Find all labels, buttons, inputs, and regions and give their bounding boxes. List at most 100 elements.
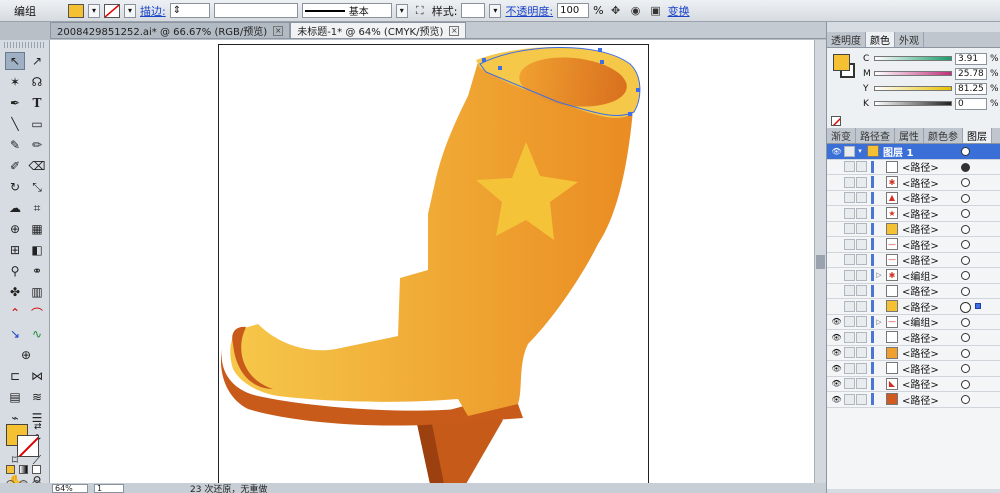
vertical-scrollbar[interactable] [814,40,826,483]
item-name[interactable]: <路径> [902,376,939,391]
item-name[interactable]: <路径> [902,392,939,407]
color-mode-icon[interactable] [6,465,15,474]
recolor-icon[interactable]: ✥ [608,3,624,19]
target-circle[interactable] [961,348,970,358]
layer-item-row[interactable]: 👁 ▷ — <编组> [827,315,1000,330]
eye-icon[interactable]: 👁 [831,347,842,358]
stroke-weight-field[interactable]: ⇕ [169,3,210,18]
template-toggle[interactable] [856,378,867,390]
layer-item-row[interactable]: ★ <路径> [827,206,1000,222]
slice-tool-icon[interactable]: ⋈ [27,367,47,385]
template-toggle[interactable] [856,223,867,235]
tab-color[interactable]: 颜色 [866,32,895,47]
magic-wand-tool-icon[interactable]: ✶ [5,73,25,91]
template-toggle[interactable] [856,269,867,281]
target-circle[interactable] [961,255,970,265]
fill-stroke-widget[interactable]: ⇄ [6,422,46,462]
swap-icon[interactable]: ⇄ [34,422,42,432]
layer-item-row[interactable]: — <路径> [827,253,1000,268]
template-toggle[interactable] [856,192,867,204]
paintbrush-tool-icon[interactable]: ✎ [5,136,25,154]
item-name[interactable]: <路径> [902,206,939,221]
opacity-label[interactable]: 不透明度: [505,3,553,19]
target-circle[interactable] [961,193,970,203]
selection-indicator[interactable] [975,303,981,309]
none-mode-icon[interactable] [32,465,41,474]
tab-color-guide[interactable]: 颜色参 [924,128,963,143]
graphic-style-field[interactable] [461,3,486,18]
page-field[interactable]: 1 [94,483,124,493]
template-toggle[interactable] [856,285,867,297]
boot-body[interactable] [230,62,633,416]
stroke-color-box[interactable] [17,435,39,457]
item-name[interactable]: <路径> [902,361,939,376]
stroke-style-dropdown[interactable]: ▾ [395,3,408,18]
blob-brush-tool-icon[interactable]: ✐ [5,157,25,175]
lock-toggle[interactable] [844,223,855,235]
eye-icon[interactable]: 👁 [831,363,842,374]
tab-document-2[interactable]: 未标题-1* @ 64% (CMYK/预览) × [290,22,467,38]
layer-item-row[interactable]: — <路径> [827,237,1000,253]
eye-icon[interactable] [831,161,842,172]
lock-toggle[interactable] [844,300,855,312]
lock-toggle[interactable] [844,145,855,157]
eye-icon[interactable]: 👁 [831,316,842,327]
layer-item-row[interactable]: 👁 <路径> [827,345,1000,361]
channel-slider[interactable] [874,56,952,61]
item-name[interactable]: <路径> [902,345,939,360]
target-circle[interactable] [961,286,970,296]
lock-toggle[interactable] [844,285,855,297]
target-circle[interactable] [961,395,970,404]
item-name[interactable]: <路径> [902,159,939,174]
lock-toggle[interactable] [844,238,855,250]
item-name[interactable]: <路径> [902,330,939,345]
layer-item-row[interactable]: 👁 <路径> [827,330,1000,346]
item-name[interactable]: <路径> [902,221,939,236]
anchor-convert-icon[interactable]: ⌃ [5,304,25,322]
layer-item-row[interactable]: ✱ <路径> [827,175,1000,191]
tab-transparency[interactable]: 透明度 [827,32,866,47]
symbol-sprayer-tool-icon[interactable]: ✤ [5,283,25,301]
layer-item-row[interactable]: <路径> [827,159,1000,175]
target-circle[interactable] [961,147,970,156]
target-circle[interactable] [961,178,970,187]
layer-item-row[interactable]: ▷ ✱ <编组> [827,268,1000,284]
tools-grip[interactable] [4,42,45,48]
template-toggle[interactable] [856,161,867,173]
item-name[interactable]: <路径> [902,283,939,298]
pen-tool-icon[interactable]: ✒ [5,94,25,112]
channel-slider[interactable] [874,71,952,76]
align-tool-icon[interactable]: ▤ [5,388,25,406]
graphic-style-dropdown[interactable]: ▾ [489,3,502,18]
brush-options-icon[interactable]: ⛶ [412,3,428,19]
eye-icon[interactable]: 👁 [831,332,842,343]
item-name[interactable]: <路径> [902,190,939,205]
lock-toggle[interactable] [844,378,855,390]
channel-value[interactable]: 0 [955,97,987,110]
column-graph-tool-icon[interactable]: ▥ [27,283,47,301]
eye-icon[interactable] [831,177,842,188]
lock-toggle[interactable] [844,192,855,204]
tab-layers[interactable]: 图层 [963,128,992,143]
gradient-mode-icon[interactable] [19,465,28,474]
layer-item-row[interactable]: 👁 ◣ <路径> [827,376,1000,392]
lock-toggle[interactable] [844,207,855,219]
item-name[interactable]: <路径> [902,175,939,190]
pencil-tool-icon[interactable]: ✏ [27,136,47,154]
lock-toggle[interactable] [844,316,855,328]
eye-icon[interactable] [831,301,842,312]
template-toggle[interactable] [856,254,867,266]
eye-icon[interactable]: 👁 [831,378,842,389]
channel-value[interactable]: 81.25 [955,82,987,95]
target-circle[interactable] [961,240,970,249]
layer-item-row[interactable]: 👁 <路径> [827,392,1000,408]
target-circle[interactable] [961,224,970,234]
scroll-thumb[interactable] [816,255,825,269]
eye-icon[interactable] [831,239,842,250]
layer-item-row[interactable]: <路径> [827,283,1000,299]
stroke-profile-field[interactable]: 基本 [301,3,392,18]
crosshair-tool-icon[interactable]: ⊕ [16,346,36,364]
warp-tool-icon[interactable]: ☁ [5,199,25,217]
stroke-swatch[interactable] [104,3,120,18]
distort-tool-icon[interactable]: ≋ [27,388,47,406]
